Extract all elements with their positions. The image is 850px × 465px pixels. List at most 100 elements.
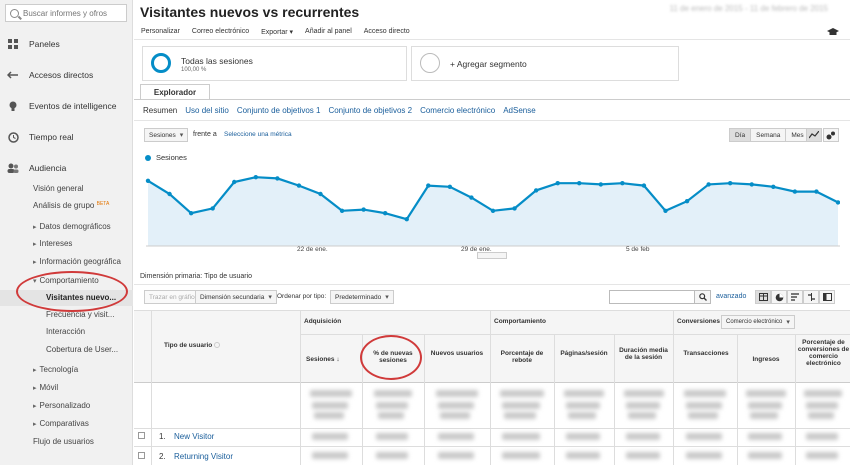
comparison-view-icon[interactable] <box>803 290 819 304</box>
data-point[interactable] <box>684 199 690 204</box>
col-pages-per-session[interactable]: Páginas/sesión <box>556 350 612 357</box>
data-point[interactable] <box>577 181 582 186</box>
performance-view-icon[interactable] <box>787 290 803 304</box>
add-to-dashboard-button[interactable]: Añadir al panel <box>305 28 352 35</box>
export-button[interactable]: Exportar ▾ <box>261 28 293 36</box>
sessions-chart[interactable] <box>134 160 840 248</box>
search-input[interactable] <box>23 8 123 18</box>
subtab-summary[interactable]: Resumen <box>143 106 177 115</box>
nav-dashboards[interactable]: Paneles <box>0 36 133 52</box>
col-revenue[interactable]: Ingresos <box>739 356 793 363</box>
data-point[interactable] <box>490 208 496 213</box>
data-point[interactable] <box>188 211 194 216</box>
metric-dropdown[interactable]: Sesiones <box>144 128 189 142</box>
report-search[interactable] <box>5 4 127 22</box>
data-point[interactable] <box>663 208 668 213</box>
table-view-icon[interactable] <box>755 290 771 304</box>
sidebar-item-geo[interactable]: Información geográfica <box>33 257 121 266</box>
advanced-link[interactable]: avanzado <box>716 293 746 300</box>
col-bounce-rate[interactable]: Porcentaje de rebote <box>494 350 550 364</box>
data-point[interactable] <box>253 175 259 180</box>
data-point[interactable] <box>167 191 172 197</box>
data-point[interactable] <box>318 191 323 197</box>
col-new-users[interactable]: Nuevos usuarios <box>426 350 488 357</box>
data-point[interactable] <box>382 211 388 216</box>
search-icon[interactable] <box>694 290 711 304</box>
data-point[interactable] <box>641 183 647 188</box>
data-point[interactable] <box>533 188 539 193</box>
data-point[interactable] <box>620 181 625 186</box>
data-point[interactable] <box>598 182 604 187</box>
row-returning-visitor-link[interactable]: Returning Visitor <box>174 452 233 461</box>
subtab-ecommerce[interactable]: Comercio electrónico <box>420 106 495 115</box>
subtab-adsense[interactable]: AdSense <box>503 106 535 115</box>
sidebar-item-overview[interactable]: Visión general <box>33 184 84 193</box>
graduation-cap-icon[interactable] <box>826 27 840 40</box>
data-point[interactable] <box>296 183 302 188</box>
data-point[interactable] <box>145 178 151 183</box>
sidebar-item-mobile[interactable]: Móvil <box>33 383 59 392</box>
chart-scroll-handle[interactable] <box>477 252 507 259</box>
motion-chart-icon[interactable] <box>823 128 839 142</box>
data-point[interactable] <box>835 200 840 205</box>
col-sessions[interactable]: Sesiones ↓ <box>306 356 346 363</box>
primary-dimension-value[interactable]: Tipo de usuario <box>204 273 252 280</box>
row-checkbox[interactable] <box>138 452 145 459</box>
data-point[interactable] <box>426 183 431 188</box>
sidebar-item-benchmarking[interactable]: Comparativas <box>33 419 89 428</box>
sidebar-item-interests[interactable]: Intereses <box>33 239 73 248</box>
data-point[interactable] <box>469 195 474 200</box>
subtab-site-usage[interactable]: Uso del sitio <box>185 106 229 115</box>
row-checkbox[interactable] <box>138 432 145 439</box>
sidebar-item-users-flow[interactable]: Flujo de usuarios <box>33 437 94 446</box>
col-transactions[interactable]: Transacciones <box>677 350 735 357</box>
customize-button[interactable]: Personalizar <box>141 28 180 35</box>
period-day-button[interactable]: Día <box>730 129 751 141</box>
col-avg-session-duration[interactable]: Duración media de la sesión <box>616 347 671 361</box>
add-segment-box[interactable]: + Agregar segmento <box>411 46 679 81</box>
tab-explorer[interactable]: Explorador <box>140 84 210 99</box>
line-chart-icon[interactable] <box>806 128 822 142</box>
data-point[interactable] <box>749 182 754 187</box>
row-new-visitor-link[interactable]: New Visitor <box>174 432 214 441</box>
data-point[interactable] <box>447 184 453 189</box>
sidebar-item-userid-coverage[interactable]: Cobertura de User... <box>46 345 118 354</box>
subtab-goal-set-1[interactable]: Conjunto de objetivos 1 <box>237 106 321 115</box>
period-week-button[interactable]: Semana <box>750 129 786 141</box>
data-point[interactable] <box>555 181 560 186</box>
data-point[interactable] <box>792 189 798 194</box>
data-point[interactable] <box>275 176 280 181</box>
sidebar-item-custom[interactable]: Personalizado <box>33 401 91 410</box>
data-point[interactable] <box>232 179 237 185</box>
secondary-dimension-dropdown[interactable]: Dimensión secundaria <box>195 290 277 304</box>
nav-realtime[interactable]: Tiempo real <box>0 129 133 145</box>
select-metric-link[interactable]: Seleccione una métrica <box>224 131 292 138</box>
sidebar-item-cohort[interactable]: Análisis de grupo BETA <box>33 201 109 210</box>
date-range-picker[interactable]: 11 de enero de 2015 - 11 de febrero de 2… <box>670 4 829 13</box>
data-point[interactable] <box>339 208 345 213</box>
data-point[interactable] <box>210 206 215 211</box>
sidebar-item-engagement[interactable]: Interacción <box>46 327 85 336</box>
dim-column-header[interactable]: Tipo de usuario <box>164 342 221 349</box>
shortcut-button[interactable]: Acceso directo <box>364 28 410 35</box>
email-button[interactable]: Correo electrónico <box>192 28 249 35</box>
data-point[interactable] <box>771 184 776 189</box>
pie-view-icon[interactable] <box>771 290 787 304</box>
nav-audience[interactable]: Audiencia <box>0 160 133 176</box>
data-point[interactable] <box>727 181 733 186</box>
sidebar-item-technology[interactable]: Tecnología <box>33 365 79 374</box>
data-point[interactable] <box>706 182 711 187</box>
pivot-view-icon[interactable] <box>819 290 835 304</box>
subtab-goal-set-2[interactable]: Conjunto de objetivos 2 <box>328 106 412 115</box>
data-point[interactable] <box>404 217 409 222</box>
nav-intelligence[interactable]: Eventos de intelligence <box>0 98 133 114</box>
sidebar-item-demographics[interactable]: Datos demográficos <box>33 222 111 231</box>
sort-type-dropdown[interactable]: Predeterminado <box>330 290 394 304</box>
col-ecommerce-conversion-rate[interactable]: Porcentaje de conversiones de comercio e… <box>797 339 850 367</box>
data-point[interactable] <box>361 207 366 212</box>
segment-all-sessions[interactable]: Todas las sesiones 100,00 % <box>142 46 407 81</box>
nav-shortcuts[interactable]: Accesos directos <box>0 67 133 83</box>
data-point[interactable] <box>512 206 517 211</box>
conversion-type-dropdown[interactable]: Comercio electrónico <box>721 315 795 329</box>
data-point[interactable] <box>814 189 819 194</box>
